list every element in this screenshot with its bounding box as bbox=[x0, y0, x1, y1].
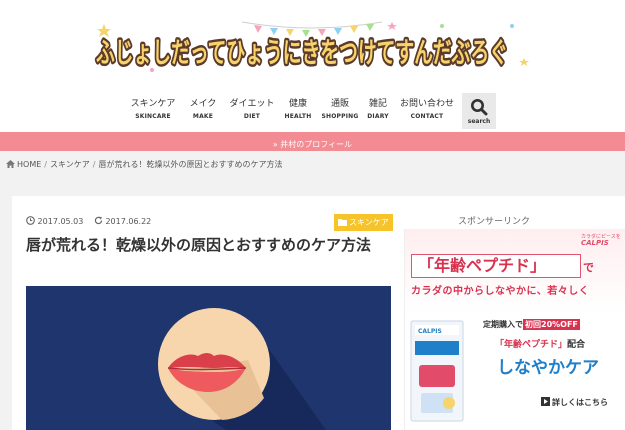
ad-promo-highlight: 初回20%OFF bbox=[523, 319, 580, 330]
folder-icon bbox=[338, 219, 347, 226]
profile-link-bar[interactable]: » 井村のプロフィール bbox=[0, 132, 625, 151]
clock-icon bbox=[26, 216, 35, 225]
published-date-group: 2017.05.03 bbox=[26, 216, 86, 226]
published-date: 2017.05.03 bbox=[37, 217, 84, 226]
logo-text: ふじょしだってひょうにきをつけてすんだぶろぐ ふじょしだってひょうにきをつけてす… bbox=[94, 34, 511, 72]
ad-more-link[interactable]: 詳しくはこちら bbox=[541, 397, 608, 408]
nav-item-shopping[interactable]: 通販 SHOPPING bbox=[320, 98, 360, 128]
search-button[interactable]: search bbox=[462, 93, 496, 129]
nav-item-label: 健康 bbox=[288, 99, 307, 109]
ad-promo2-highlight: 「年齢ペプチド」 bbox=[495, 340, 568, 350]
nav-item-sublabel: CONTACT bbox=[410, 113, 444, 120]
article-title: 唇が荒れる！乾燥以外の原因とおすすめのケア方法 bbox=[26, 236, 372, 254]
nav-item-sublabel: DIET bbox=[243, 113, 261, 120]
nav-item-label: スキンケア bbox=[130, 99, 176, 109]
ad-product-name: しなやかケア bbox=[497, 358, 599, 378]
product-box-image: CALPIS bbox=[410, 320, 464, 422]
home-icon bbox=[6, 160, 15, 168]
search-label: search bbox=[467, 118, 491, 125]
logo-text-fill: ふじょしだってひょうにきをつけてすんだぶろぐ bbox=[96, 36, 508, 69]
breadcrumb-separator: / bbox=[92, 160, 96, 169]
nav-item-diary[interactable]: 雑記 DIARY bbox=[364, 98, 392, 128]
nav-item-sublabel: SHOPPING bbox=[321, 113, 359, 120]
nav-item-health[interactable]: 健康 HEALTH bbox=[283, 98, 313, 128]
svg-text:CALPIS: CALPIS bbox=[418, 328, 442, 335]
ad-promo-line: 定期購入で 初回20%OFF bbox=[483, 319, 580, 330]
nav-item-sublabel: SKINCARE bbox=[135, 113, 171, 120]
site-logo[interactable]: ふじょしだってひょうにきをつけてすんだぶろぐ ふじょしだってひょうにきをつけてす… bbox=[92, 18, 532, 76]
site-header: ふじょしだってひょうにきをつけてすんだぶろぐ ふじょしだってひょうにきをつけてす… bbox=[0, 0, 625, 92]
nav-item-skincare[interactable]: スキンケア SKINCARE bbox=[126, 98, 180, 128]
nav-item-label: 通販 bbox=[330, 99, 349, 109]
nav-item-diet[interactable]: ダイエット DIET bbox=[226, 98, 278, 128]
search-icon bbox=[471, 99, 488, 116]
ad-promo2-suffix: 配合 bbox=[567, 340, 586, 350]
ad-brand-logo: CALPIS bbox=[581, 239, 609, 247]
nav-item-sublabel: HEALTH bbox=[284, 113, 312, 120]
nav-item-sublabel: DIARY bbox=[367, 113, 389, 120]
nav-item-label: メイク bbox=[189, 99, 217, 109]
nav-item-label: 雑記 bbox=[368, 99, 387, 109]
profile-link-label: » 井村のプロフィール bbox=[272, 140, 353, 149]
ad-subline: カラダの中からしなやかに、若々しく bbox=[411, 286, 590, 297]
category-badge-label: スキンケア bbox=[349, 218, 389, 227]
sponsored-ad-banner[interactable]: カラダにピースを CALPIS 「年齢ペプチド」 で カラダの中からしなやかに、… bbox=[404, 229, 625, 430]
updated-date: 2017.06.22 bbox=[105, 217, 152, 226]
nav-item-label: お問い合わせ bbox=[399, 99, 454, 109]
nav-item-sublabel: MAKE bbox=[192, 113, 214, 120]
ad-particle: で bbox=[583, 261, 594, 274]
category-badge[interactable]: スキンケア bbox=[334, 214, 393, 231]
article-eyecatch-image bbox=[26, 286, 391, 430]
ad-more-label: 詳しくはこちら bbox=[552, 398, 608, 407]
breadcrumb-current: 唇が荒れる！乾燥以外の原因とおすすめのケア方法 bbox=[98, 160, 283, 169]
arrow-right-icon bbox=[541, 397, 550, 406]
lips-illustration bbox=[26, 286, 391, 430]
sidebar: スポンサーリンク カラダにピースを CALPIS 「年齢ペプチド」 で カラダの… bbox=[404, 196, 625, 430]
nav-item-make[interactable]: メイク MAKE bbox=[186, 98, 220, 128]
sponsor-label: スポンサーリンク bbox=[458, 217, 531, 227]
breadcrumb-category[interactable]: スキンケア bbox=[50, 160, 90, 169]
breadcrumb-home[interactable]: HOME bbox=[17, 160, 41, 169]
article-dates: 2017.05.03 2017.06.22 bbox=[26, 216, 151, 226]
updated-date-group: 2017.06.22 bbox=[94, 216, 152, 226]
ad-promo-prefix: 定期購入で bbox=[483, 320, 523, 329]
ad-product-quote: 「年齢ペプチド」 bbox=[411, 254, 581, 278]
global-nav: スキンケア SKINCARE メイク MAKE ダイエット DIET 健康 HE… bbox=[0, 92, 625, 132]
breadcrumb: HOME / スキンケア / 唇が荒れる！乾燥以外の原因とおすすめのケア方法 bbox=[6, 158, 282, 172]
article-card: 2017.05.03 2017.06.22 スキンケア 唇が荒れる！乾燥以外の原… bbox=[12, 196, 404, 430]
ad-promo-line-2: 「年齢ペプチド」配合 bbox=[495, 337, 585, 350]
nav-item-label: ダイエット bbox=[229, 99, 275, 109]
breadcrumb-separator: / bbox=[44, 160, 47, 169]
nav-item-contact[interactable]: お問い合わせ CONTACT bbox=[396, 98, 458, 128]
refresh-icon bbox=[94, 216, 103, 225]
